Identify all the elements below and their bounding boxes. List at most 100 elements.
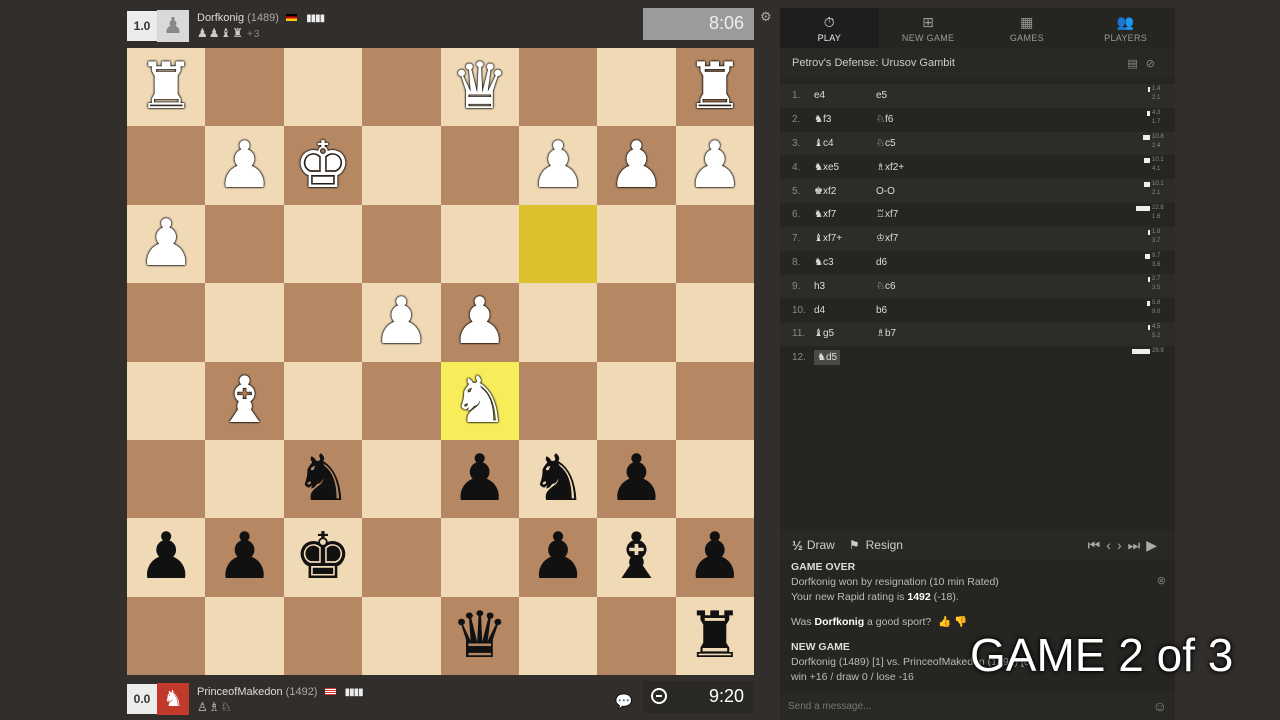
board-square[interactable] <box>675 283 754 362</box>
black-move[interactable]: d6 <box>876 257 1076 268</box>
black-pawn-icon[interactable]: ♟ <box>216 525 273 589</box>
board-square[interactable]: ♟ <box>127 204 206 284</box>
board-square[interactable]: ♟ <box>597 439 676 519</box>
board-square[interactable]: ♟ <box>675 126 754 205</box>
board-square[interactable]: ♟ <box>440 283 519 362</box>
white-move[interactable]: ♞xe5 <box>814 162 876 173</box>
board-square[interactable] <box>283 596 363 675</box>
chess-board[interactable]: ♜ ♛ ♜ ♟ ♚ ♟ ♟ ♟ ♟ ♟ ♟ ♝ ♞ ♞ ♟ ♞ ♟ ♟ ♟ ♚ ♟ ♝ ♟ ♛ ♜ <box>127 48 754 675</box>
mute-chat-icon[interactable]: ⊗ <box>1157 574 1166 589</box>
black-pawn-icon[interactable]: ♟ <box>138 525 195 589</box>
board-square[interactable] <box>362 361 441 440</box>
board-square[interactable]: ♟ <box>205 518 284 597</box>
board-square[interactable]: ♟ <box>205 126 284 205</box>
black-knight-icon[interactable]: ♞ <box>294 447 351 511</box>
board-square[interactable] <box>518 596 598 675</box>
board-square[interactable] <box>597 596 676 675</box>
white-move[interactable]: ♞d5 <box>814 350 841 366</box>
white-move[interactable]: ♝xf7+ <box>814 233 876 244</box>
board-square[interactable] <box>362 596 441 675</box>
board-square[interactable] <box>518 204 598 284</box>
board-square[interactable]: ♟ <box>440 439 519 519</box>
board-square[interactable] <box>675 204 754 284</box>
black-move[interactable]: ♔xf7 <box>876 233 1076 244</box>
top-player-name[interactable]: Dorfkonig <box>197 12 244 24</box>
board-square[interactable] <box>127 361 206 440</box>
white-rook-icon[interactable]: ♜ <box>138 55 195 119</box>
white-move[interactable]: ♞xf7 <box>814 209 876 220</box>
board-square[interactable] <box>597 48 676 127</box>
board-square[interactable]: ♟ <box>362 283 441 362</box>
tab-games[interactable]: ▦ GAMES <box>978 8 1077 48</box>
board-square[interactable] <box>362 126 441 205</box>
black-move[interactable]: O-O <box>876 186 1076 197</box>
board-square[interactable] <box>440 204 519 284</box>
board-square[interactable]: ♝ <box>205 361 284 440</box>
board-square[interactable]: ♜ <box>675 596 754 675</box>
next-move-icon[interactable]: › <box>1117 537 1128 553</box>
board-square[interactable] <box>283 283 363 362</box>
chat-bubble-icon[interactable]: 💬 <box>615 693 632 710</box>
board-square[interactable] <box>675 361 754 440</box>
white-pawn-icon[interactable]: ♟ <box>138 212 195 276</box>
tab-new-game[interactable]: ⊞ NEW GAME <box>879 8 978 48</box>
white-pawn-icon[interactable]: ♟ <box>529 134 586 198</box>
board-square[interactable]: ♟ <box>597 126 676 205</box>
board-square[interactable]: ♟ <box>127 518 206 597</box>
board-square[interactable]: ♞ <box>283 439 363 519</box>
board-square[interactable] <box>362 48 441 127</box>
black-king-icon[interactable]: ♚ <box>294 525 351 589</box>
white-pawn-icon[interactable]: ♟ <box>373 290 430 354</box>
black-pawn-icon[interactable]: ♟ <box>686 525 743 589</box>
white-knight-icon[interactable]: ♞ <box>451 369 508 433</box>
thumbs-up-icon[interactable]: 👍 <box>938 616 951 628</box>
board-square[interactable]: ♚ <box>283 126 363 205</box>
white-move[interactable]: d4 <box>814 305 876 316</box>
board-square[interactable] <box>440 518 519 597</box>
top-player-avatar[interactable]: ♟ <box>157 10 189 42</box>
white-pawn-icon[interactable]: ♟ <box>608 134 665 198</box>
settings-gear-icon[interactable]: ⚙ <box>760 9 772 25</box>
board-square[interactable] <box>518 48 598 127</box>
board-square[interactable] <box>597 283 676 362</box>
winner-name[interactable]: Dorfkonig <box>791 576 836 588</box>
black-move[interactable]: ♘c6 <box>876 281 1076 292</box>
board-square[interactable]: ♟ <box>518 126 598 205</box>
board-square[interactable]: ♝ <box>597 518 676 597</box>
white-move[interactable]: h3 <box>814 281 876 292</box>
board-square[interactable] <box>127 439 206 519</box>
board-square[interactable] <box>127 283 206 362</box>
last-move-icon[interactable]: ⏭ <box>1128 537 1147 553</box>
white-move[interactable]: ♞c3 <box>814 257 876 268</box>
white-move[interactable]: ♚xf2 <box>814 186 876 197</box>
black-move[interactable]: ♘f6 <box>876 114 1076 125</box>
board-square[interactable] <box>205 596 284 675</box>
black-knight-icon[interactable]: ♞ <box>529 447 586 511</box>
message-input[interactable]: Send a message... <box>788 701 871 712</box>
board-square[interactable] <box>205 283 284 362</box>
black-move[interactable]: ♘c5 <box>876 138 1076 149</box>
board-square[interactable]: ♞ <box>518 439 598 519</box>
black-pawn-icon[interactable]: ♟ <box>529 525 586 589</box>
emoji-icon[interactable]: ☺ <box>1153 698 1167 714</box>
board-square[interactable]: ♜ <box>127 48 206 127</box>
black-pawn-icon[interactable]: ♟ <box>608 447 665 511</box>
white-move[interactable]: e4 <box>814 90 876 101</box>
tab-play[interactable]: ⏱ PLAY <box>780 8 879 48</box>
board-square[interactable]: ♟ <box>518 518 598 597</box>
white-move[interactable]: ♝c4 <box>814 138 876 149</box>
board-square[interactable] <box>362 204 441 284</box>
board-square[interactable] <box>205 48 284 127</box>
board-square[interactable] <box>362 439 441 519</box>
board-square[interactable] <box>283 361 363 440</box>
bottom-player-avatar[interactable]: ♞ <box>157 683 189 715</box>
white-queen-icon[interactable]: ♛ <box>451 55 508 119</box>
board-square[interactable] <box>597 204 676 284</box>
white-move[interactable]: ♝g5 <box>814 328 876 339</box>
white-rook-icon[interactable]: ♜ <box>686 55 743 119</box>
play-icon[interactable]: ▶ <box>1146 537 1163 553</box>
first-move-icon[interactable]: ⏮ <box>1088 537 1107 553</box>
black-rook-icon[interactable]: ♜ <box>686 604 743 668</box>
board-square[interactable]: ♜ <box>675 48 754 127</box>
board-square[interactable] <box>127 596 206 675</box>
